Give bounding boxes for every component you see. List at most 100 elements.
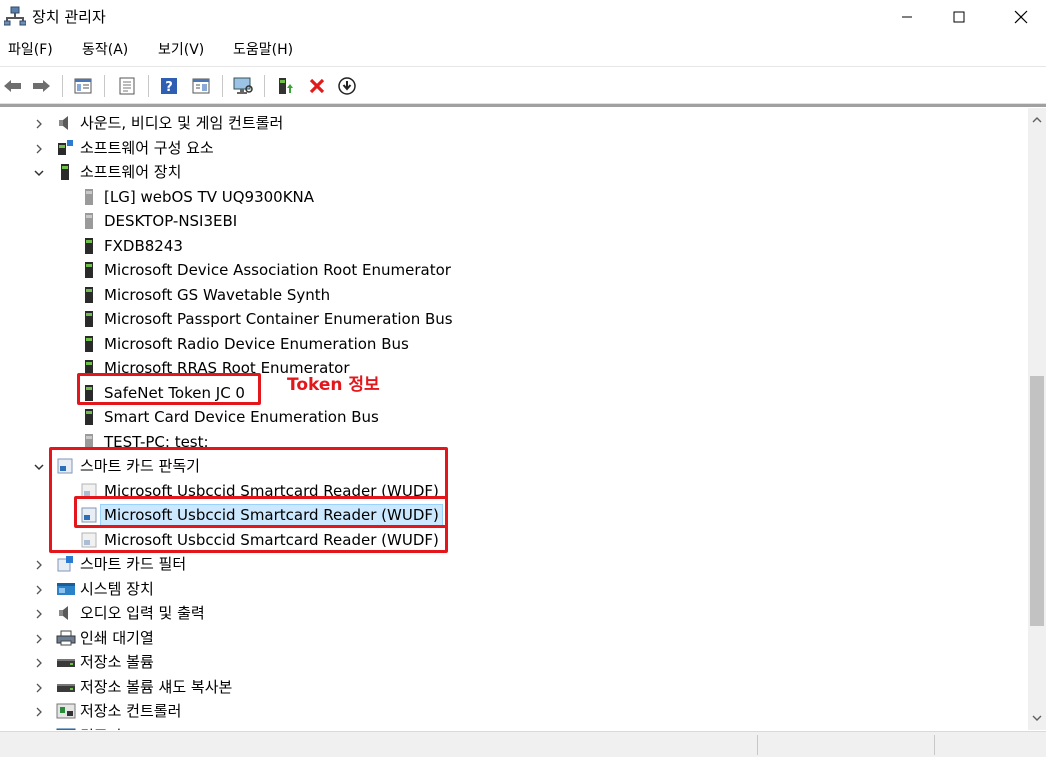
tree-item-label: 저장소 볼륨 섀도 복사본 xyxy=(80,677,233,696)
status-divider xyxy=(757,735,758,755)
tree-category[interactable]: 컴퓨터 xyxy=(0,724,1028,731)
properties-button[interactable] xyxy=(116,75,138,97)
tree-item-label: 스마트 카드 필터 xyxy=(80,555,187,573)
chevron-right-icon[interactable] xyxy=(32,729,46,731)
forward-button[interactable] xyxy=(30,75,52,97)
toolbar-separator xyxy=(264,75,265,97)
tree-device-item[interactable]: [LG] webOS TV UQ9300KNA xyxy=(0,185,1028,210)
system-device-icon xyxy=(56,580,75,598)
device-tree[interactable]: 사운드, 비디오 및 게임 컨트롤러 소프트웨어 구성 요소소프트웨어 장치 [LG… xyxy=(0,108,1028,730)
help-button[interactable]: ? xyxy=(158,75,180,97)
scan-hardware-button[interactable] xyxy=(232,75,254,97)
tree-category[interactable]: 소프트웨어 장치 xyxy=(0,160,1028,185)
tree-device-item[interactable]: Smart Card Device Enumeration Bus xyxy=(0,405,1028,430)
tree-item-label: 오디오 입력 및 출력 xyxy=(80,604,205,622)
tree-item-label: Microsoft Radio Device Enumeration Bus xyxy=(104,334,409,353)
forward-icon xyxy=(33,80,50,92)
tree-category[interactable]: 저장소 볼륨 섀도 복사본 xyxy=(0,675,1028,700)
tree-item-label: 스마트 카드 판독기 xyxy=(80,457,200,475)
tree-item-label: 소프트웨어 장치 xyxy=(80,163,182,181)
software-device-icon xyxy=(80,335,98,353)
view-button[interactable] xyxy=(190,75,212,97)
chevron-right-icon[interactable] xyxy=(32,116,46,130)
title-bar: 장치 관리자 xyxy=(0,0,1046,34)
tree-category[interactable]: 인쇄 대기열 xyxy=(0,626,1028,651)
tree-device-item[interactable]: Microsoft Usbccid Smartcard Reader (WUDF… xyxy=(0,479,1028,504)
scrollbar-thumb[interactable] xyxy=(1030,376,1044,626)
close-icon xyxy=(1014,10,1028,24)
tree-device-item[interactable]: SafeNet Token JC 0 xyxy=(0,381,1028,406)
svg-text:?: ? xyxy=(165,80,173,95)
tree-device-item[interactable]: Microsoft Usbccid Smartcard Reader (WUDF… xyxy=(0,528,1028,553)
menu-action[interactable]: 동작(A) xyxy=(82,40,128,60)
storage-volume-icon xyxy=(56,653,75,671)
tree-device-item[interactable]: Microsoft Device Association Root Enumer… xyxy=(0,258,1028,283)
toolbar-separator xyxy=(104,75,105,97)
scroll-down-icon[interactable] xyxy=(1031,712,1043,724)
tree-item-label: Microsoft Usbccid Smartcard Reader (WUDF… xyxy=(104,481,439,500)
storage-volume-icon xyxy=(56,678,75,696)
tree-device-item[interactable]: Microsoft GS Wavetable Synth xyxy=(0,283,1028,308)
tree-item-label: DESKTOP-NSI3EBI xyxy=(104,212,238,230)
tree-category[interactable]: 사운드, 비디오 및 게임 컨트롤러 xyxy=(0,111,1028,136)
menu-help[interactable]: 도움말(H) xyxy=(233,40,293,60)
tree-device-item[interactable]: Microsoft Usbccid Smartcard Reader (WUDF… xyxy=(0,503,1028,528)
software-device-icon xyxy=(80,310,98,328)
menu-file[interactable]: 파일(F) xyxy=(8,40,53,60)
toolbar: ? xyxy=(0,66,1046,104)
menu-view[interactable]: 보기(V) xyxy=(158,40,204,60)
tree-item-label: 인쇄 대기열 xyxy=(80,628,154,647)
tree-item-label: 컴퓨터 xyxy=(77,726,124,731)
tree-category[interactable]: 오디오 입력 및 출력 xyxy=(0,601,1028,626)
tree-device-item[interactable]: TEST-PC: test: xyxy=(0,430,1028,455)
back-button[interactable] xyxy=(2,75,24,97)
software-component-icon xyxy=(56,139,74,157)
toolbar-separator xyxy=(222,75,223,97)
tree-item-label: FXDB8243 xyxy=(104,236,183,255)
tree-category[interactable]: 스마트 카드 판독기 xyxy=(0,454,1028,479)
show-hide-tree-button[interactable] xyxy=(72,75,94,97)
disable-device-button[interactable] xyxy=(336,75,358,97)
uninstall-device-button[interactable] xyxy=(306,75,328,97)
tree-category[interactable]: 소프트웨어 구성 요소 xyxy=(0,136,1028,161)
tree-category[interactable]: 시스템 장치 xyxy=(0,577,1028,602)
maximize-button[interactable] xyxy=(936,0,982,34)
close-button[interactable] xyxy=(998,0,1044,34)
chevron-right-icon[interactable] xyxy=(32,557,46,571)
tree-item-label: TEST-PC: test: xyxy=(104,432,209,451)
storage-controller-icon xyxy=(56,702,76,720)
chevron-right-icon[interactable] xyxy=(32,631,46,645)
chevron-right-icon[interactable] xyxy=(32,680,46,694)
chevron-right-icon[interactable] xyxy=(32,704,46,718)
tree-item-label: SafeNet Token JC 0 xyxy=(104,383,245,402)
minimize-button[interactable] xyxy=(884,0,930,34)
monitor-scan-icon xyxy=(233,77,253,94)
tree-device-item[interactable]: Microsoft Passport Container Enumeration… xyxy=(0,307,1028,332)
update-driver-button[interactable] xyxy=(274,75,296,97)
status-divider xyxy=(934,735,935,755)
software-device-grey-icon xyxy=(80,188,98,206)
window-title: 장치 관리자 xyxy=(32,8,106,26)
chevron-right-icon[interactable] xyxy=(32,141,46,155)
toolbar-separator xyxy=(148,75,149,97)
tree-category[interactable]: 저장소 볼륨 xyxy=(0,650,1028,675)
tree-category[interactable]: 저장소 컨트롤러 xyxy=(0,699,1028,724)
tree-device-item[interactable]: DESKTOP-NSI3EBI xyxy=(0,209,1028,234)
vertical-scrollbar[interactable] xyxy=(1028,108,1046,730)
tree-device-item[interactable]: FXDB8243 xyxy=(0,234,1028,259)
chevron-right-icon[interactable] xyxy=(32,655,46,669)
chevron-right-icon[interactable] xyxy=(32,582,46,596)
view-icon xyxy=(192,78,210,94)
software-device-grey-icon xyxy=(80,433,98,451)
chevron-down-icon[interactable] xyxy=(32,459,46,473)
toolbar-separator xyxy=(62,75,63,97)
tree-device-item[interactable]: Microsoft Radio Device Enumeration Bus xyxy=(0,332,1028,357)
chevron-down-icon[interactable] xyxy=(32,165,46,179)
tree-device-item[interactable]: Microsoft RRAS Root Enumerator xyxy=(0,356,1028,381)
scroll-up-icon[interactable] xyxy=(1031,114,1043,126)
tree-category[interactable]: 스마트 카드 필터 xyxy=(0,552,1028,577)
toolbar-divider xyxy=(0,104,1046,107)
tree-item-label: Microsoft Usbccid Smartcard Reader (WUDF… xyxy=(100,504,443,526)
help-icon: ? xyxy=(161,78,177,95)
chevron-right-icon[interactable] xyxy=(32,606,46,620)
